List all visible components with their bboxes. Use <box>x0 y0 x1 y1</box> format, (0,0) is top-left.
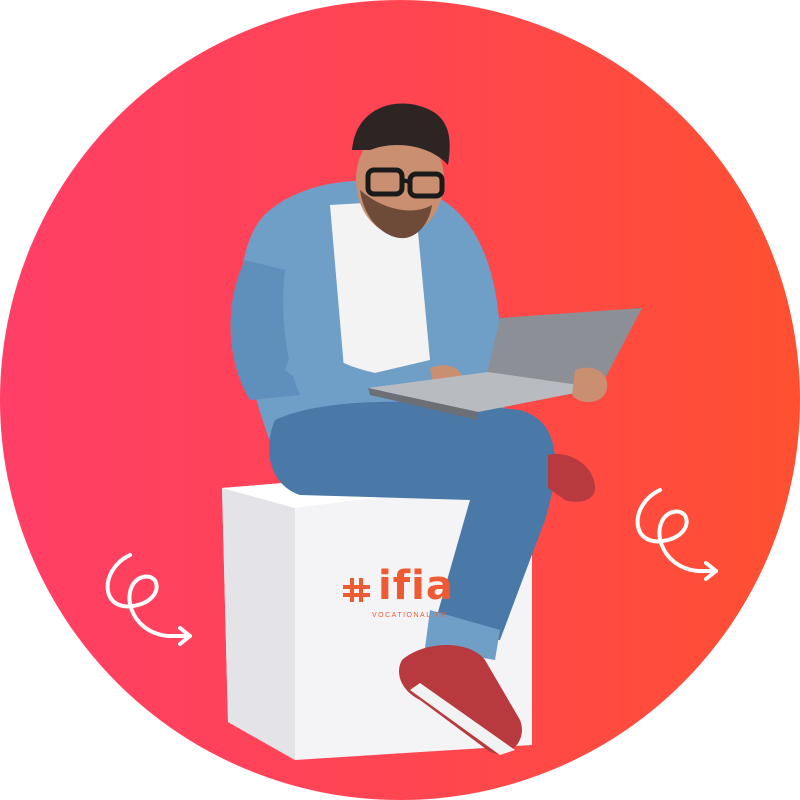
curly-arrow-icon <box>105 553 192 646</box>
brand-logo-subtitle: VOCATIONAL TR <box>372 612 447 619</box>
brand-logo-text: ifia <box>378 563 454 609</box>
person-on-cube <box>105 103 718 760</box>
curly-arrow-icon <box>635 488 718 581</box>
hero-illustration: ifia VOCATIONAL TR <box>0 0 800 800</box>
